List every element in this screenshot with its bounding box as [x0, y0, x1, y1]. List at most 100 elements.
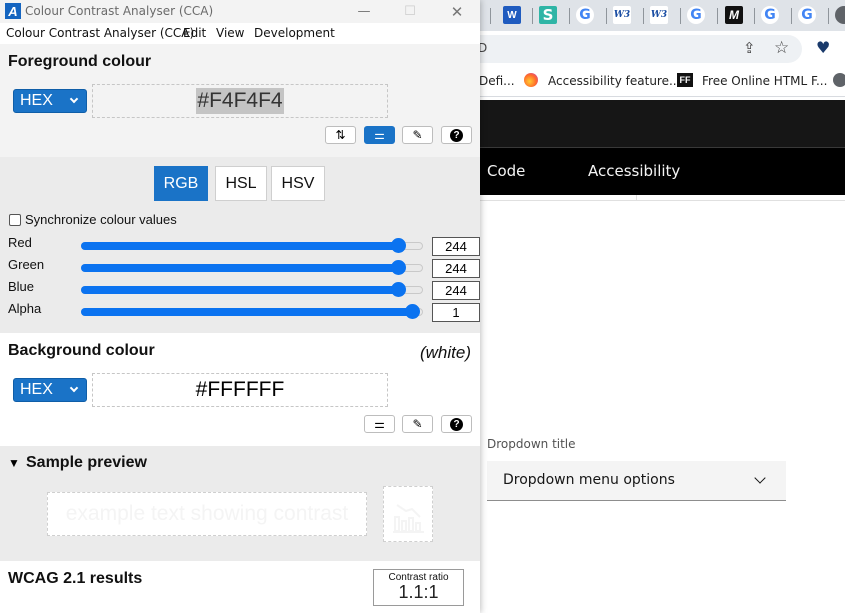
slider-blue[interactable] — [81, 282, 423, 297]
slider-label-red: Red — [8, 235, 32, 250]
tab-google-icon[interactable]: G — [798, 6, 816, 24]
sample-text-preview: example text showing contrast — [47, 492, 367, 536]
slider-thumb[interactable] — [391, 238, 406, 253]
tab-separator — [680, 8, 681, 24]
format-value: HEX — [20, 381, 53, 398]
slider-value-green[interactable]: 244 — [432, 259, 480, 278]
background-sliders-toggle[interactable]: ⚌ — [364, 415, 395, 433]
tab-separator — [490, 8, 491, 24]
tab-separator — [717, 8, 718, 24]
slider-fill — [81, 308, 413, 316]
help-icon: ? — [450, 128, 463, 142]
swap-colours-button[interactable]: ⇅ — [325, 126, 356, 144]
background-section: Background colour (white) HEX #FFFFFF ⚌ … — [0, 333, 480, 446]
slider-green[interactable] — [81, 260, 423, 275]
close-button[interactable]: ✕ — [434, 0, 480, 23]
globe-icon[interactable] — [833, 73, 845, 87]
share-icon[interactable]: ⇪ — [743, 39, 756, 57]
menu-bar: Colour Contrast Analyser (CCA) Edit View… — [0, 23, 480, 44]
slider-red[interactable] — [81, 238, 423, 253]
dropdown-title: Dropdown title — [487, 437, 576, 451]
dropdown-field[interactable]: Dropdown menu options — [487, 461, 786, 501]
sync-checkbox[interactable] — [9, 213, 21, 226]
slider-value-red[interactable]: 244 — [432, 237, 480, 256]
sync-label: Synchronize colour values — [25, 212, 177, 227]
wcag-results-heading: WCAG 2.1 results — [8, 570, 143, 587]
maximize-button[interactable]: ☐ — [387, 0, 433, 23]
sample-preview-section: ▼ Sample preview example text showing co… — [0, 446, 480, 561]
extension-heart-icon[interactable]: ♥ — [816, 38, 830, 57]
slider-thumb[interactable] — [391, 260, 406, 275]
foreground-section: Foreground colour HEX #F4F4F4 ⇅ ⚌ ✎ ? — [0, 44, 480, 157]
chevron-down-icon — [69, 94, 79, 104]
eyedropper-icon: ✎ — [412, 417, 423, 431]
slider-fill — [81, 242, 399, 250]
foreground-heading: Foreground colour — [8, 53, 152, 70]
chevron-down-icon — [754, 472, 766, 484]
format-value: HEX — [20, 92, 53, 109]
sample-text: example text showing contrast — [65, 502, 349, 525]
tab-rgb[interactable]: RGB — [154, 166, 208, 201]
bookmark-star-icon[interactable]: ☆ — [774, 38, 789, 58]
menu-development[interactable]: Development — [254, 26, 335, 40]
title-bar: A Colour Contrast Analyser (CCA) — ☐ ✕ — [0, 0, 480, 23]
site-header — [480, 100, 845, 147]
slider-alpha[interactable] — [81, 304, 423, 319]
background-colour-name: (white) — [419, 343, 471, 362]
sliders-icon: ⚌ — [374, 128, 385, 142]
background-hex-input[interactable]: #FFFFFF — [92, 373, 388, 407]
divider — [636, 195, 637, 201]
help-icon: ? — [450, 417, 463, 431]
foreground-sliders-toggle[interactable]: ⚌ — [364, 126, 395, 144]
foreground-format-select[interactable]: HEX — [13, 89, 87, 113]
background-format-select[interactable]: HEX — [13, 378, 87, 402]
tab-hsv[interactable]: HSV — [271, 166, 325, 201]
tab-hsl[interactable]: HSL — [215, 166, 267, 201]
tab-w3-icon[interactable]: W3 — [650, 6, 668, 24]
slider-thumb[interactable] — [405, 304, 420, 319]
background-heading: Background colour — [8, 342, 155, 359]
foreground-picker-button[interactable]: ✎ — [402, 126, 433, 144]
tab-separator — [569, 8, 570, 24]
background-help-button[interactable]: ? — [441, 415, 472, 433]
foreground-hex-input[interactable]: #F4F4F4 — [92, 84, 388, 118]
tab-m-icon[interactable]: M — [725, 6, 743, 24]
bookmark-item[interactable]: Accessibility feature... — [548, 74, 680, 88]
contrast-ratio-box: Contrast ratio 1.1:1 — [373, 569, 464, 606]
tab-w3-icon[interactable]: W3 — [613, 6, 631, 24]
site-nav-accessibility[interactable]: Accessibility — [588, 162, 680, 180]
tab-separator — [791, 8, 792, 24]
tab-google-icon[interactable]: G — [761, 6, 779, 24]
slider-thumb[interactable] — [391, 282, 406, 297]
sync-colour-values[interactable]: Synchronize colour values — [9, 212, 177, 227]
tab-s-icon[interactable]: S — [539, 6, 557, 24]
foreground-help-button[interactable]: ? — [441, 126, 472, 144]
menu-app[interactable]: Colour Contrast Analyser (CCA) — [6, 26, 194, 40]
sample-preview-heading[interactable]: Sample preview — [26, 454, 147, 472]
cca-window: A Colour Contrast Analyser (CCA) — ☐ ✕ C… — [0, 0, 480, 613]
tab-separator — [532, 8, 533, 24]
app-logo-icon: A — [5, 3, 21, 19]
tab-google-icon[interactable]: G — [576, 6, 594, 24]
eyedropper-icon: ✎ — [412, 128, 423, 142]
background-picker-button[interactable]: ✎ — [402, 415, 433, 433]
wcag-results-section: WCAG 2.1 results Contrast ratio 1.1:1 — [0, 561, 480, 613]
firefox-icon — [524, 73, 538, 87]
tab-chrome-icon[interactable] — [835, 6, 845, 24]
slider-value-blue[interactable]: 244 — [432, 281, 480, 300]
bookmark-item[interactable]: Free Online HTML F... — [702, 74, 827, 88]
slider-fill — [81, 264, 399, 272]
menu-edit[interactable]: Edit — [183, 26, 206, 40]
site-nav-code[interactable]: Code — [487, 162, 525, 180]
tab-separator — [643, 8, 644, 24]
bookmark-item[interactable]: Defi... — [479, 74, 515, 88]
menu-view[interactable]: View — [216, 26, 244, 40]
slider-label-green: Green — [8, 257, 45, 272]
chevron-down-icon — [69, 383, 79, 393]
tab-word-icon[interactable]: W — [503, 6, 521, 24]
collapse-caret-icon[interactable]: ▼ — [8, 456, 20, 470]
tab-google-icon[interactable]: G — [687, 6, 705, 24]
tab-separator — [606, 8, 607, 24]
slider-value-alpha[interactable]: 1 — [432, 303, 480, 322]
minimize-button[interactable]: — — [341, 0, 387, 23]
